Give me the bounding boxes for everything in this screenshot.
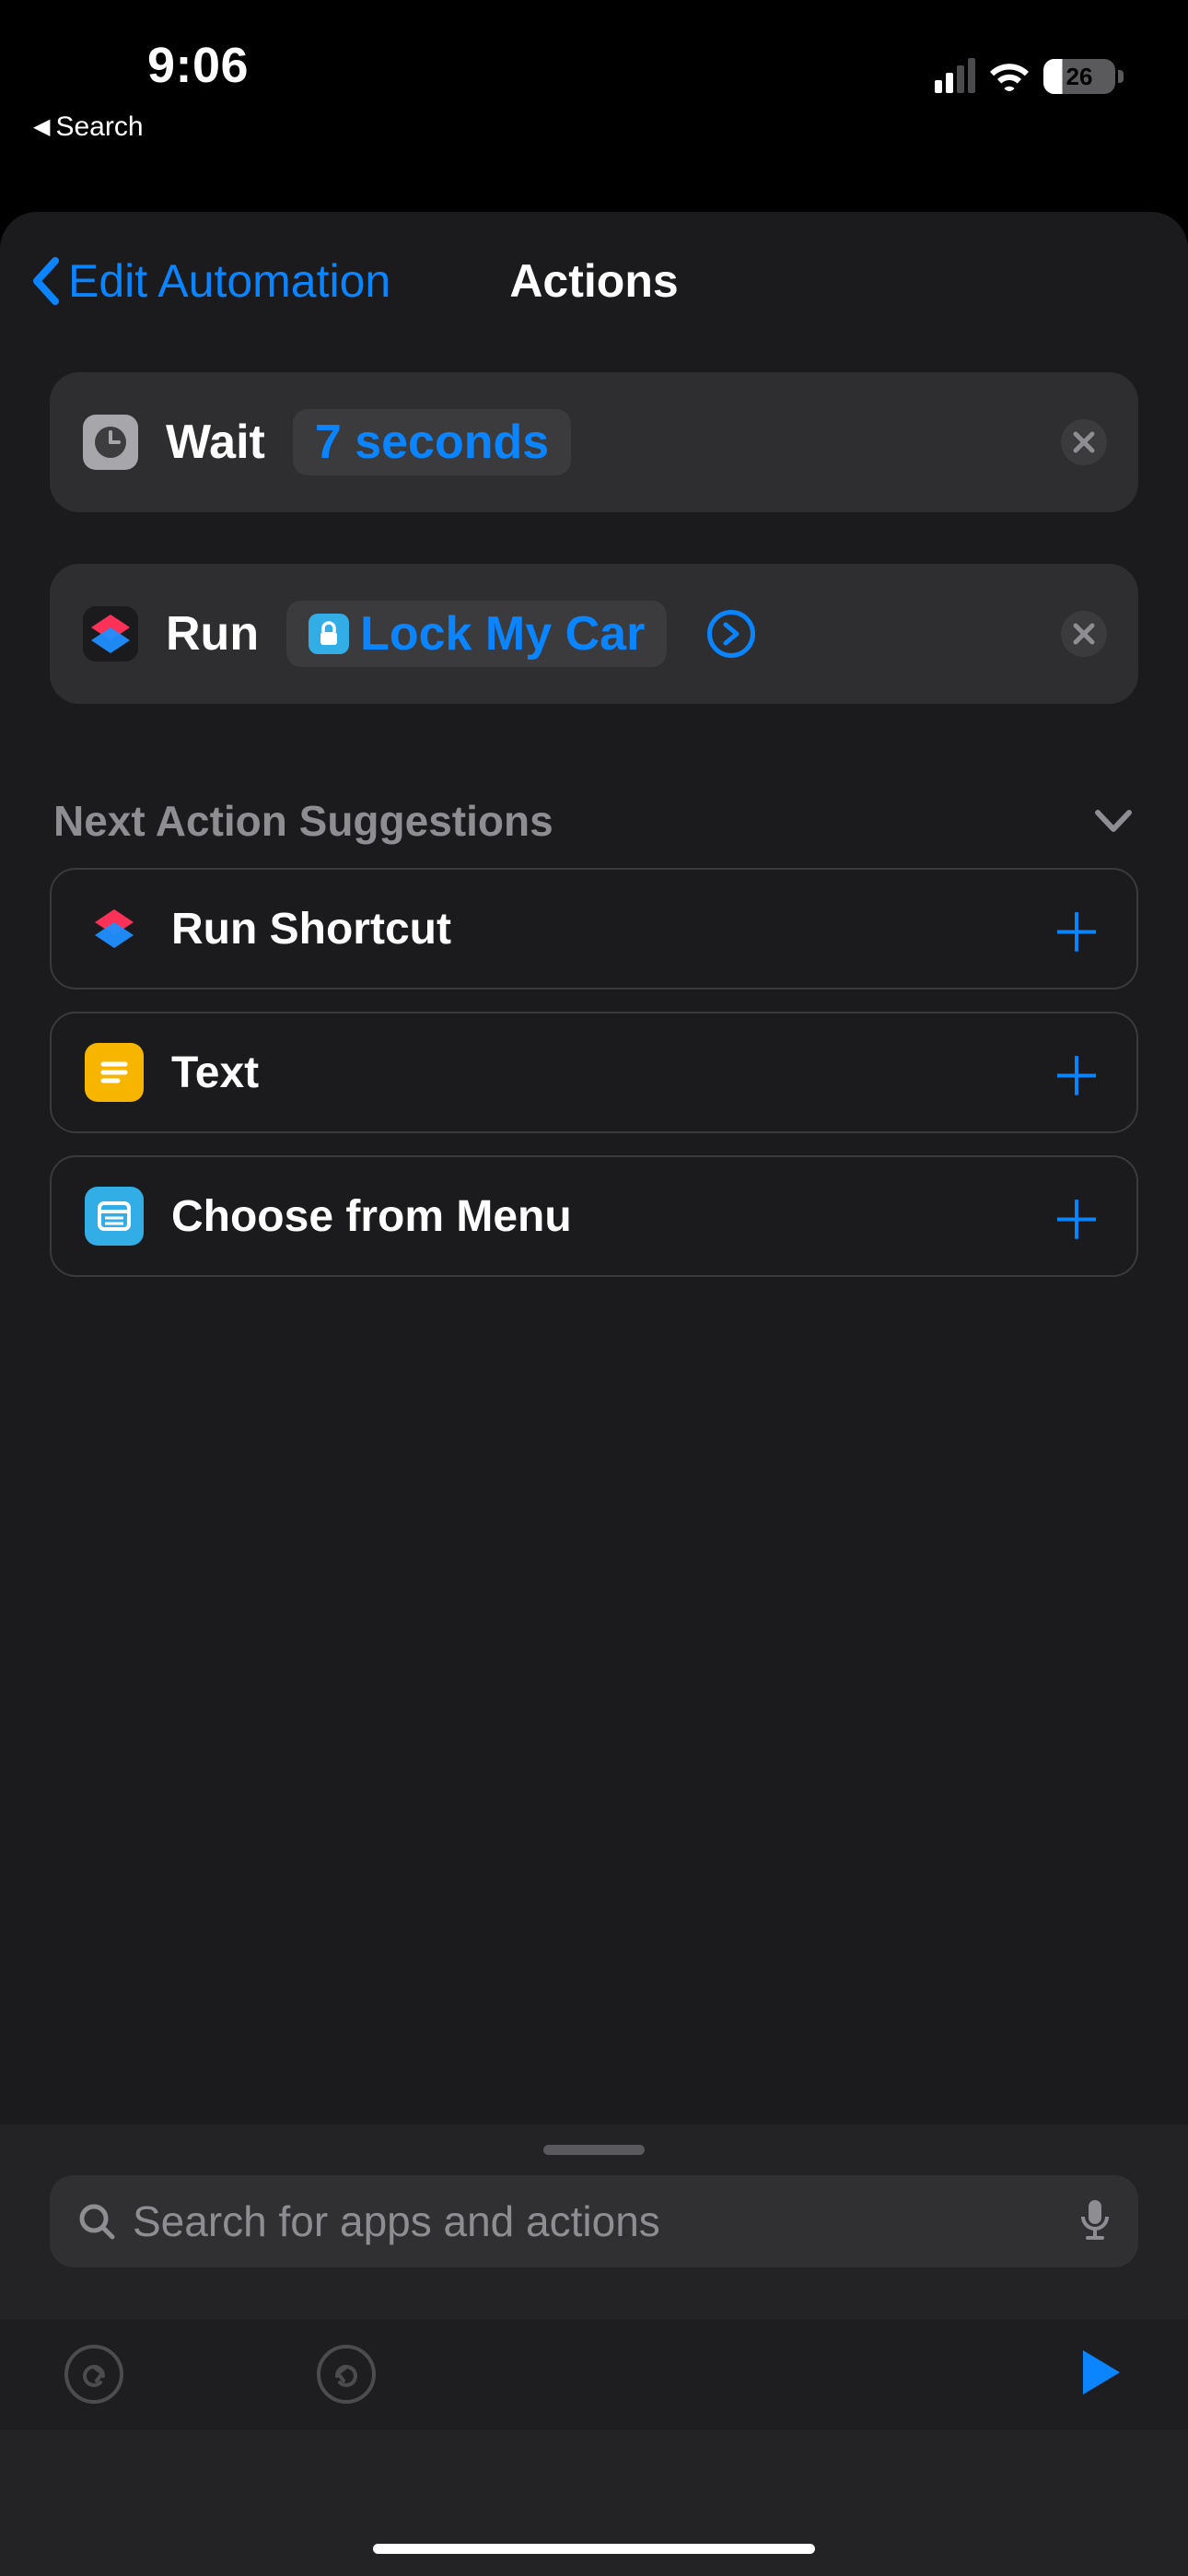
run-label: Run: [166, 606, 259, 662]
lock-icon: [309, 614, 349, 654]
bottom-panel: Search for apps and actions: [0, 2125, 1188, 2576]
text-icon: [85, 1043, 144, 1102]
wifi-icon: [988, 61, 1031, 92]
battery-icon: 26: [1043, 59, 1124, 94]
menu-icon: [85, 1187, 144, 1246]
add-suggestion-button[interactable]: ＋: [1050, 1034, 1103, 1111]
run-button[interactable]: [1077, 2347, 1124, 2403]
suggestion-run-shortcut[interactable]: Run Shortcut ＋: [50, 868, 1138, 989]
wait-duration-value: 7 seconds: [315, 415, 549, 470]
chevron-right-icon: [721, 621, 741, 647]
undo-icon: [77, 2358, 111, 2391]
chevron-down-icon: [1092, 807, 1135, 835]
remove-wait-button[interactable]: [1061, 419, 1107, 465]
close-icon: [1072, 622, 1096, 646]
remove-run-button[interactable]: [1061, 611, 1107, 657]
action-card-run[interactable]: Run Lock My Car: [50, 564, 1138, 704]
suggestions-header[interactable]: Next Action Suggestions: [50, 796, 1138, 846]
wait-duration-pill[interactable]: 7 seconds: [293, 409, 571, 475]
play-icon: [1077, 2347, 1124, 2398]
run-shortcut-pill[interactable]: Lock My Car: [286, 601, 667, 667]
page-title: Actions: [509, 254, 678, 308]
nav-bar: Edit Automation Actions: [0, 212, 1188, 350]
suggestions-title: Next Action Suggestions: [53, 796, 553, 846]
nav-back-button[interactable]: Edit Automation: [28, 212, 390, 350]
run-shortcut-name: Lock My Car: [360, 606, 645, 662]
clock-icon: [83, 415, 138, 470]
dictate-button[interactable]: [1079, 2198, 1111, 2245]
chevron-left-icon: [28, 255, 63, 307]
toolbar: [0, 2319, 1188, 2430]
close-icon: [1072, 430, 1096, 454]
back-triangle-icon: ◀: [33, 116, 50, 138]
cellular-icon: [935, 60, 975, 93]
suggestion-label: Text: [171, 1048, 259, 1098]
suggestion-text[interactable]: Text ＋: [50, 1012, 1138, 1133]
status-time: 9:06: [55, 37, 249, 94]
actions-sheet: Edit Automation Actions Wait 7 seconds: [0, 212, 1188, 2576]
breadcrumb-label: Search: [55, 111, 143, 143]
undo-button[interactable]: [64, 2345, 123, 2404]
redo-icon: [330, 2358, 363, 2391]
add-suggestion-button[interactable]: ＋: [1050, 890, 1103, 967]
search-icon: [77, 2202, 116, 2241]
search-placeholder: Search for apps and actions: [133, 2196, 1063, 2246]
redo-button[interactable]: [317, 2345, 376, 2404]
expand-button[interactable]: [707, 610, 755, 658]
shortcuts-icon: [85, 899, 144, 958]
status-indicators: 26: [935, 59, 1133, 94]
suggestion-label: Choose from Menu: [171, 1191, 572, 1242]
status-bar: 9:06 26: [0, 0, 1188, 101]
nav-back-label: Edit Automation: [68, 254, 390, 308]
home-indicator[interactable]: [373, 2544, 815, 2554]
suggestion-label: Run Shortcut: [171, 904, 451, 954]
wait-label: Wait: [166, 415, 265, 470]
breadcrumb-back[interactable]: ◀ Search: [0, 101, 1188, 153]
search-input[interactable]: Search for apps and actions: [50, 2175, 1138, 2267]
drag-handle[interactable]: [543, 2145, 645, 2155]
action-card-wait[interactable]: Wait 7 seconds: [50, 372, 1138, 512]
battery-percentage: 26: [1043, 63, 1115, 91]
shortcuts-icon: [83, 606, 138, 662]
suggestion-choose-from-menu[interactable]: Choose from Menu ＋: [50, 1155, 1138, 1277]
add-suggestion-button[interactable]: ＋: [1050, 1177, 1103, 1255]
